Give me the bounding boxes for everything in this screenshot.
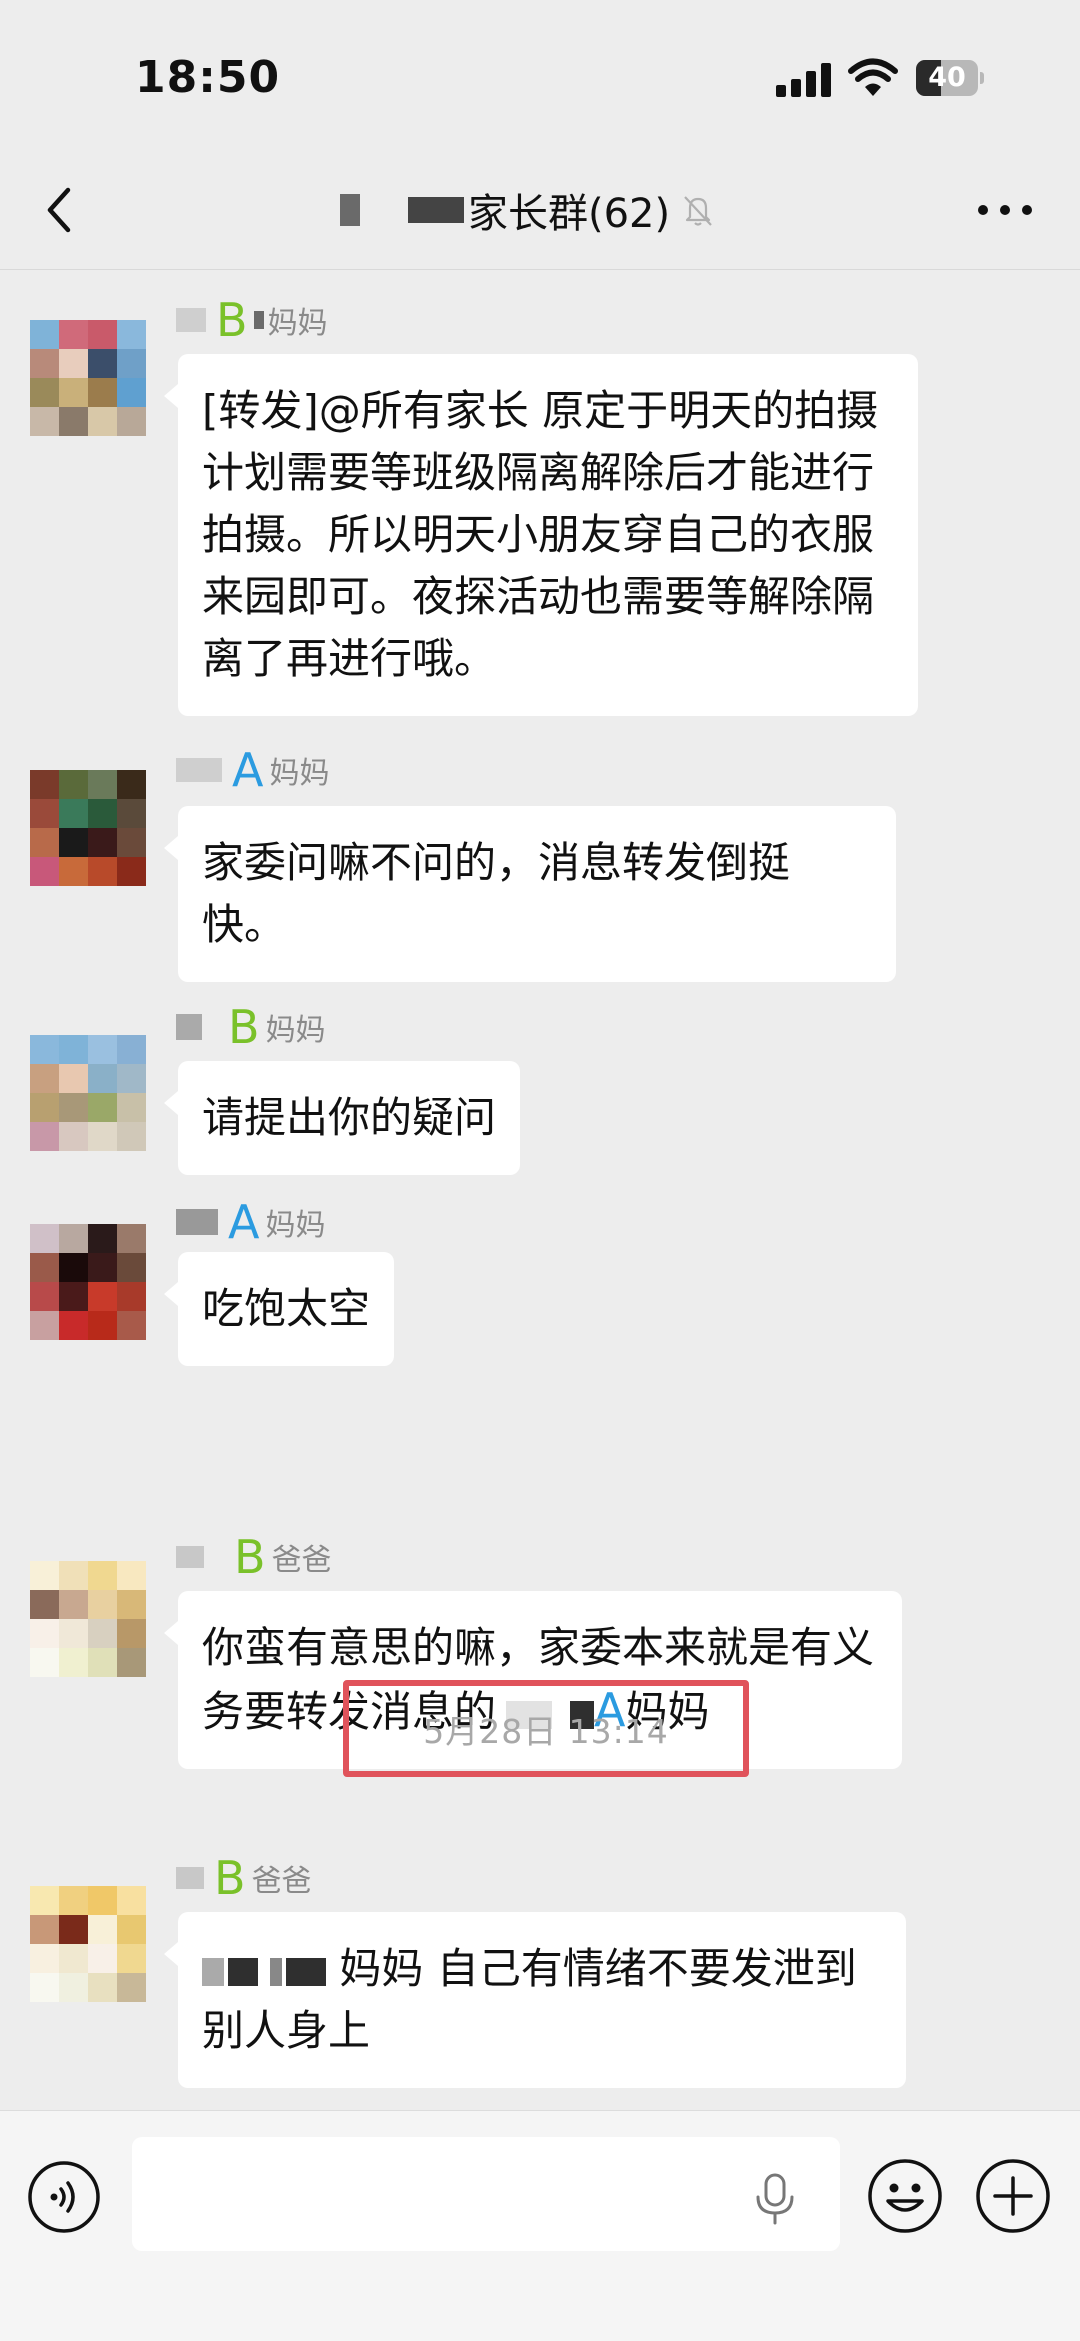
redacted-title-part [340,194,360,226]
emoji-icon[interactable] [866,2157,944,2235]
sender-name: B 妈妈 [176,1000,326,1054]
avatar[interactable] [30,1886,146,2002]
chat-header: 家长群(62) [0,150,1080,270]
avatar[interactable] [30,770,146,886]
message-input[interactable] [132,2137,840,2251]
sender-tag: B [214,1851,246,1905]
sender-tag: A [228,1195,260,1249]
avatar[interactable] [30,1035,146,1151]
sender-name: B 爸爸 [176,1530,332,1584]
sender-tag: B [234,1530,266,1584]
chevron-left-icon[interactable] [36,180,86,240]
chat-title: 家长群(62) [468,191,671,237]
sender-suffix: 妈妈 [267,306,328,341]
chat-message-list[interactable]: B 妈妈 [转发]@所有家长 原定于明天的拍摄计划需要等班级隔离解除后才能进行拍… [0,270,1080,2110]
chat-input-bar [0,2110,1080,2341]
avatar[interactable] [30,1224,146,1340]
message-bubble[interactable]: [转发]@所有家长 原定于明天的拍摄计划需要等班级隔离解除后才能进行拍摄。所以明… [164,354,918,716]
battery-icon: 40 [916,60,984,96]
message-bubble[interactable]: 家委问嘛不问的，消息转发倒挺快。 [164,806,896,982]
battery-level: 40 [928,62,966,93]
more-dots-icon[interactable] [970,180,1040,240]
redacted-title-part [408,197,464,223]
message-bubble[interactable]: 吃饱太空 [163,1252,395,1366]
signal-icon [776,63,832,97]
sender-name: B 妈妈 [176,293,328,347]
sender-name: B 爸爸 [176,1851,312,1905]
sender-suffix: 爸爸 [271,1543,332,1578]
redacted-name [228,1957,258,1986]
sender-name: A 妈妈 [176,743,330,797]
sender-tag: B [228,1000,260,1054]
redacted-name [270,1957,282,1986]
avatar[interactable] [30,1561,146,1677]
sender-tag: B [216,293,248,347]
wifi-icon [848,58,898,96]
chat-title-group: 家长群(62) [340,182,718,238]
bell-off-icon [684,196,712,226]
avatar[interactable] [30,320,146,436]
message-bubble[interactable]: 请提出你的疑问 [163,1061,521,1175]
status-time: 18:50 [135,52,281,103]
plus-icon[interactable] [974,2157,1052,2235]
sender-suffix: 妈妈 [265,1208,326,1243]
message-bubble[interactable]: 妈妈 自己有情绪不要发泄到别人身上 [164,1912,906,2088]
redacted-name [202,1957,224,1986]
status-bar: 18:50 40 [0,0,1080,150]
redacted-name [286,1957,326,1986]
microphone-icon[interactable] [752,2171,798,2227]
sender-suffix: 爸爸 [251,1864,312,1899]
timestamp-highlight: 5月28日 13:14 [343,1680,749,1777]
sender-suffix: 妈妈 [269,756,330,791]
sender-tag: A [232,743,264,797]
sender-name: A 妈妈 [176,1195,326,1249]
message-timestamp: 5月28日 13:14 [423,1711,669,1751]
voice-icon[interactable] [26,2159,102,2235]
sender-suffix: 妈妈 [265,1013,326,1048]
